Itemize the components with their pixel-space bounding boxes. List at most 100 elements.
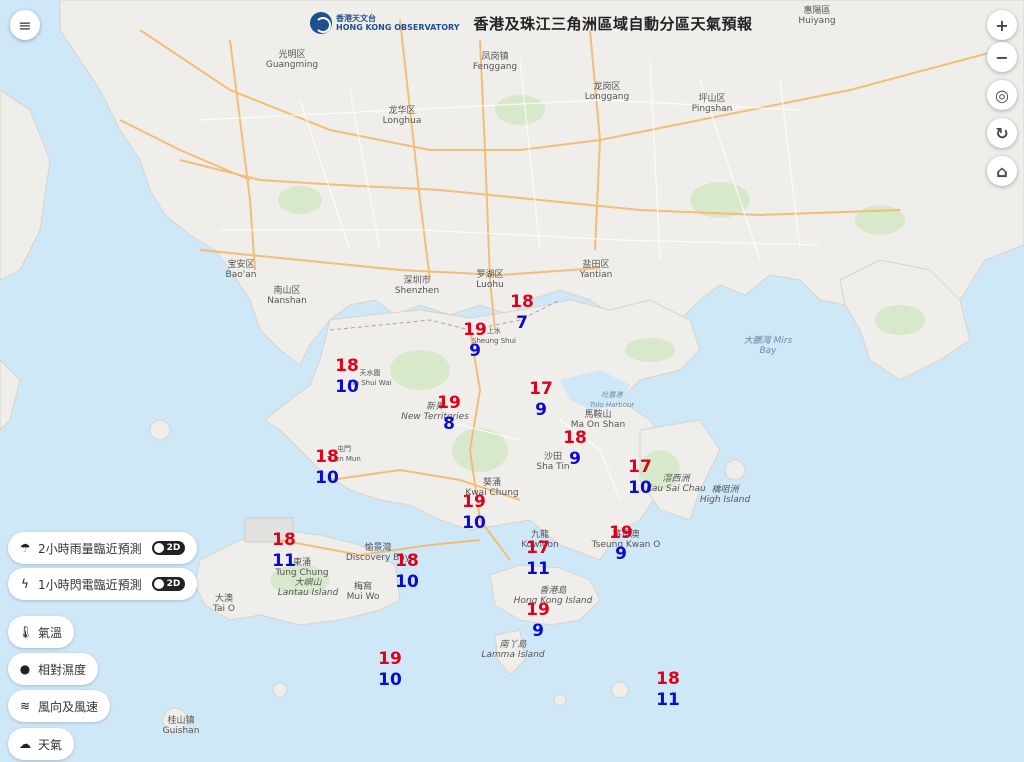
temp-marker[interactable]: 19 9 [463,320,487,362]
toggle-label: 2D [166,579,181,589]
temp-marker[interactable]: 17 9 [529,379,553,421]
layer-label: 1小時閃電臨近預測 [38,577,142,592]
place-label: 大鵬灣 Mirs Bay [743,336,793,356]
temp-min: 11 [272,551,296,571]
place-label: 光明区 Guangming [265,50,319,70]
droplet-icon: ● [19,662,31,676]
temp-marker[interactable]: 18 10 [315,447,339,489]
island [149,419,171,441]
temp-min: 7 [516,313,528,333]
temp-min: 10 [395,572,419,592]
temp-min: 11 [526,559,550,579]
place-label: 坪山区 Pingshan [691,94,733,114]
logo-en: HONG KONG OBSERVATORY [336,23,460,32]
temp-marker[interactable]: 19 9 [526,600,550,642]
place-label: 盐田区 Yantian [579,260,613,280]
wind-icon: ≋ [19,699,31,713]
layer-label: 2小時雨量臨近預測 [38,541,142,556]
hko-logo: 香港天文台 HONG KONG OBSERVATORY [310,12,460,34]
place-label: 南山区 Nanshan [267,286,307,306]
place-label: 桂山镇 Guishan [162,716,200,736]
place-label: 龙岗区 Longgang [584,82,630,102]
temp-marker[interactable]: 18 10 [395,551,419,593]
temp-max: 18 [395,551,419,571]
temp-max: 17 [628,457,652,477]
temp-min: 10 [462,513,486,533]
menu-button[interactable]: ≡ [10,10,40,40]
temp-max: 17 [529,379,553,399]
temp-min: 9 [535,400,547,420]
refresh-icon: ↻ [995,123,1009,143]
weather-icon: ☁ [19,737,31,751]
temp-max: 18 [335,356,359,376]
home-button[interactable]: ⌂ [987,156,1017,186]
temp-marker[interactable]: 18 11 [656,669,680,711]
layer-label: 風向及風速 [38,699,99,714]
layer-wind[interactable]: ≋ 風向及風速 [8,690,111,722]
temp-max: 19 [462,492,486,512]
temp-min: 8 [443,414,455,434]
temp-marker[interactable]: 19 10 [462,492,486,534]
place-label: 梅窩 Mui Wo [346,582,380,602]
temp-min: 10 [628,478,652,498]
place-label: 深圳市 Shenzhen [394,276,440,296]
place-label: 宝安区 Bao'an [225,260,257,280]
place-label: 龙华区 Longhua [382,106,422,126]
temp-max: 18 [272,530,296,550]
temp-max: 18 [563,428,587,448]
temp-marker[interactable]: 18 7 [510,292,534,334]
temp-max: 18 [315,447,339,467]
place-label: 大嶼山 Lantau Island [277,578,339,598]
locate-icon: ◎ [995,85,1009,105]
place-label: 馬鞍山 Ma On Shan [570,410,626,430]
place-label: 大澳 Tai O [213,594,235,614]
locate-button[interactable]: ◎ [987,80,1017,110]
toggle-knob [153,579,164,589]
temp-marker[interactable]: 18 9 [563,428,587,470]
header: 香港天文台 HONG KONG OBSERVATORY 香港及珠江三角洲區域自動… [310,8,753,38]
layer-weather[interactable]: ☁ 天氣 [8,728,75,760]
temp-max: 19 [437,393,461,413]
plus-icon: + [995,15,1009,35]
place-label: 南丫島 Lamma Island [481,640,545,660]
temp-min: 10 [315,468,339,488]
temp-min: 11 [656,690,680,710]
layer-rain-forecast[interactable]: ☂ 2小時雨量臨近預測 2D [8,532,198,564]
temp-marker[interactable]: 19 10 [378,649,402,691]
temp-marker[interactable]: 17 10 [628,457,652,499]
temp-max: 19 [463,320,487,340]
temp-max: 18 [656,669,680,689]
temp-min: 9 [569,449,581,469]
toggle-knob [153,543,164,553]
place-label: 罗湖区 Luohu [476,270,504,290]
temp-min: 9 [469,341,481,361]
thermometer-icon: 🌡 [18,625,34,639]
layer-temperature[interactable]: 🌡 氣溫 [8,616,75,648]
layer-label: 相對濕度 [38,662,87,677]
temp-marker[interactable]: 17 11 [526,538,550,580]
temp-marker[interactable]: 18 10 [335,356,359,398]
place-label: 橋咀洲 High Island [699,485,751,505]
layer-label: 天氣 [38,737,63,752]
toggle-2d[interactable]: 2D [151,541,186,555]
temp-marker[interactable]: 19 9 [609,523,633,565]
layer-humidity[interactable]: ● 相對濕度 [8,653,99,685]
layer-lightning-forecast[interactable]: ϟ 1小時閃電臨近預測 2D [8,568,198,600]
page-title: 香港及珠江三角洲區域自動分區天氣預報 [473,14,753,33]
temp-marker[interactable]: 19 8 [437,393,461,435]
zoom-in-button[interactable]: + [987,10,1017,40]
temp-max: 19 [609,523,633,543]
toggle-label: 2D [166,543,181,553]
island [553,693,567,707]
toggle-2d[interactable]: 2D [151,577,186,591]
minus-icon: − [995,47,1009,67]
layer-label: 氣溫 [38,625,63,640]
temp-marker[interactable]: 18 11 [272,530,296,572]
place-label: 滘西洲 Kau Sai Chau [646,474,706,494]
temp-max: 19 [378,649,402,669]
place-label: 惠陽區 Huiyang [798,6,836,26]
refresh-button[interactable]: ↻ [987,118,1017,148]
lightning-icon: ϟ [21,577,29,591]
zoom-out-button[interactable]: − [987,42,1017,72]
place-label: 凤岗镇 Fenggang [472,52,518,72]
